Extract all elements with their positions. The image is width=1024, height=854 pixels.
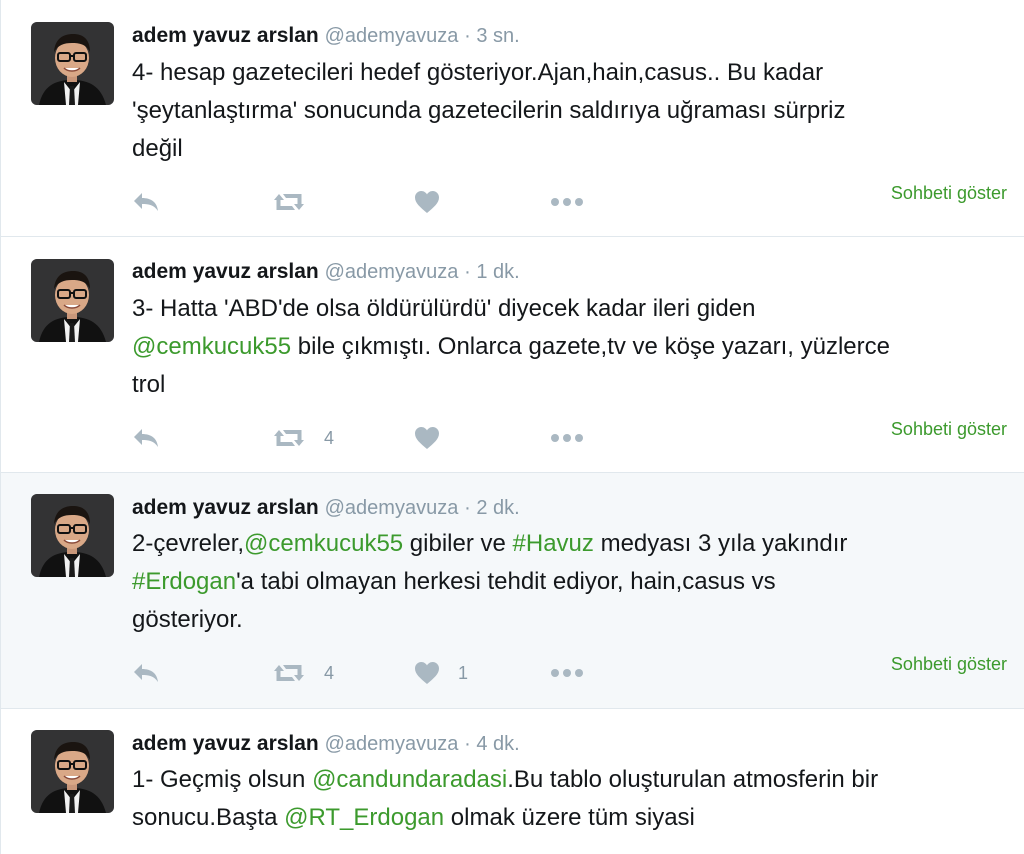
avatar[interactable] [31, 22, 114, 105]
text-segment: 4- hesap gazetecileri hedef gösteriyor.A… [132, 59, 824, 86]
timeline: adem yavuz arslan @ademyavuza · 3 sn. 4-… [0, 0, 1024, 854]
text-segment: .Bu tablo oluşturulan atmosferin bir [507, 766, 879, 793]
tweet-text-line: değil [132, 130, 1012, 168]
tweet[interactable]: adem yavuz arslan @ademyavuza · 3 sn. 4-… [1, 0, 1024, 237]
profile-photo-icon [31, 730, 114, 813]
tweet-time[interactable]: · 4 dk. [464, 733, 520, 755]
tweet-header: adem yavuz arslan @ademyavuza · 1 dk. [132, 259, 520, 285]
tweet-time[interactable]: · 1 dk. [464, 261, 520, 283]
tweet-text-line: #Erdogan'a tabi olmayan herkesi tehdit e… [132, 563, 1012, 601]
tweet-text: 2-çevreler,@cemkucuk55 gibiler ve #Havuz… [132, 525, 1012, 639]
like-icon [414, 426, 440, 450]
text-segment: olmak üzere tüm siyasi [444, 804, 695, 831]
more-button[interactable] [550, 187, 584, 217]
more-button[interactable] [550, 658, 584, 688]
like-icon [414, 661, 440, 685]
mention-link[interactable]: @candundaradasi [312, 766, 507, 793]
hashtag-link[interactable]: #Havuz [513, 530, 594, 557]
tweet-text: 1- Geçmiş olsun @candundaradasi.Bu tablo… [132, 761, 1012, 837]
author-name[interactable]: adem yavuz arslan [132, 732, 319, 755]
tweet-header: adem yavuz arslan @ademyavuza · 4 dk. [132, 731, 520, 757]
tweet-text-line: 1- Geçmiş olsun @candundaradasi.Bu tablo… [132, 761, 1012, 799]
mention-link[interactable]: @cemkucuk55 [244, 530, 403, 557]
author-handle[interactable]: @ademyavuza [325, 497, 459, 519]
text-segment: 3- Hatta 'ABD'de olsa öldürülürdü' diyec… [132, 295, 756, 322]
tweet-text-line: trol [132, 366, 1012, 404]
profile-photo-icon [31, 22, 114, 105]
retweet-icon [272, 662, 306, 684]
profile-photo-icon [31, 494, 114, 577]
retweet-icon [272, 427, 306, 449]
tweet-text-line: @cemkucuk55 bile çıkmıştı. Onlarca gazet… [132, 328, 1012, 366]
text-segment: medyası 3 yıla yakındır [593, 530, 848, 557]
tweet-text-line: 4- hesap gazetecileri hedef gösteriyor.A… [132, 54, 1012, 92]
mention-link[interactable]: @RT_Erdogan [284, 804, 444, 831]
tweet-text-line: gösteriyor. [132, 601, 1012, 639]
tweet-text-line: sonucu.Başta @RT_Erdogan olmak üzere tüm… [132, 799, 1012, 837]
text-segment: sonucu.Başta [132, 804, 285, 831]
text-segment: bile çıkmıştı. Onlarca gazete,tv ve köşe… [291, 333, 890, 360]
author-name[interactable]: adem yavuz arslan [132, 260, 319, 283]
tweet[interactable]: adem yavuz arslan @ademyavuza · 1 dk. 3-… [1, 237, 1024, 473]
reply-icon [132, 191, 160, 213]
tweet-header: adem yavuz arslan @ademyavuza · 3 sn. [132, 23, 520, 49]
mention-link[interactable]: @cemkucuk55 [132, 333, 291, 360]
tweet-text: 4- hesap gazetecileri hedef gösteriyor.A… [132, 54, 1012, 168]
like-button[interactable] [414, 187, 458, 217]
retweet-count: 4 [324, 662, 335, 683]
reply-icon [132, 662, 160, 684]
author-handle[interactable]: @ademyavuza [325, 733, 459, 755]
avatar[interactable] [31, 259, 114, 342]
like-icon [414, 190, 440, 214]
show-conversation-link[interactable]: Sohbeti göster [891, 183, 1007, 204]
more-button[interactable] [550, 423, 584, 453]
text-segment: trol [132, 371, 166, 398]
profile-photo-icon [31, 259, 114, 342]
author-handle[interactable]: @ademyavuza [325, 25, 459, 47]
like-count: 1 [458, 662, 469, 683]
show-conversation-link[interactable]: Sohbeti göster [891, 419, 1007, 440]
tweet-text-line: 2-çevreler,@cemkucuk55 gibiler ve #Havuz… [132, 525, 1012, 563]
like-button[interactable] [414, 423, 458, 453]
retweet-count: 4 [324, 427, 335, 448]
more-icon [550, 433, 584, 443]
tweet-text-line: 3- Hatta 'ABD'de olsa öldürülürdü' diyec… [132, 290, 1012, 328]
tweet-actions [132, 187, 1012, 217]
author-handle[interactable]: @ademyavuza [325, 261, 459, 283]
tweet-time[interactable]: · 3 sn. [464, 25, 520, 47]
reply-button[interactable] [132, 658, 160, 688]
text-segment: değil [132, 135, 183, 162]
tweet-actions: 4 [132, 423, 1012, 453]
hashtag-link[interactable]: #Erdogan [132, 568, 236, 595]
tweet-time[interactable]: · 2 dk. [464, 497, 520, 519]
text-segment: 1- Geçmiş olsun [132, 766, 313, 793]
tweet[interactable]: adem yavuz arslan @ademyavuza · 2 dk. 2-… [1, 473, 1024, 709]
tweet-header: adem yavuz arslan @ademyavuza · 2 dk. [132, 495, 520, 521]
retweet-icon [272, 191, 306, 213]
tweet-text-line: 'şeytanlaştırma' sonucunda gazetecilerin… [132, 92, 1012, 130]
text-segment: gösteriyor. [132, 606, 243, 633]
show-conversation-link[interactable]: Sohbeti göster [891, 654, 1007, 675]
author-name[interactable]: adem yavuz arslan [132, 24, 319, 47]
reply-icon [132, 427, 160, 449]
retweet-button[interactable]: 4 [272, 658, 334, 688]
text-segment: 'şeytanlaştırma' sonucunda gazetecilerin… [132, 97, 846, 124]
text-segment: 'a tabi olmayan herkesi tehdit ediyor, h… [236, 568, 776, 595]
tweet[interactable]: adem yavuz arslan @ademyavuza · 4 dk. 1-… [1, 709, 1024, 854]
retweet-button[interactable] [272, 187, 324, 217]
avatar[interactable] [31, 494, 114, 577]
like-button[interactable]: 1 [414, 658, 468, 688]
more-icon [550, 197, 584, 207]
author-name[interactable]: adem yavuz arslan [132, 496, 319, 519]
text-segment: 2-çevreler, [132, 530, 245, 557]
text-segment: gibiler ve [403, 530, 513, 557]
more-icon [550, 668, 584, 678]
tweet-actions: 4 1 [132, 658, 1012, 688]
avatar[interactable] [31, 730, 114, 813]
tweet-text: 3- Hatta 'ABD'de olsa öldürülürdü' diyec… [132, 290, 1012, 404]
retweet-button[interactable]: 4 [272, 423, 334, 453]
reply-button[interactable] [132, 423, 160, 453]
reply-button[interactable] [132, 187, 160, 217]
